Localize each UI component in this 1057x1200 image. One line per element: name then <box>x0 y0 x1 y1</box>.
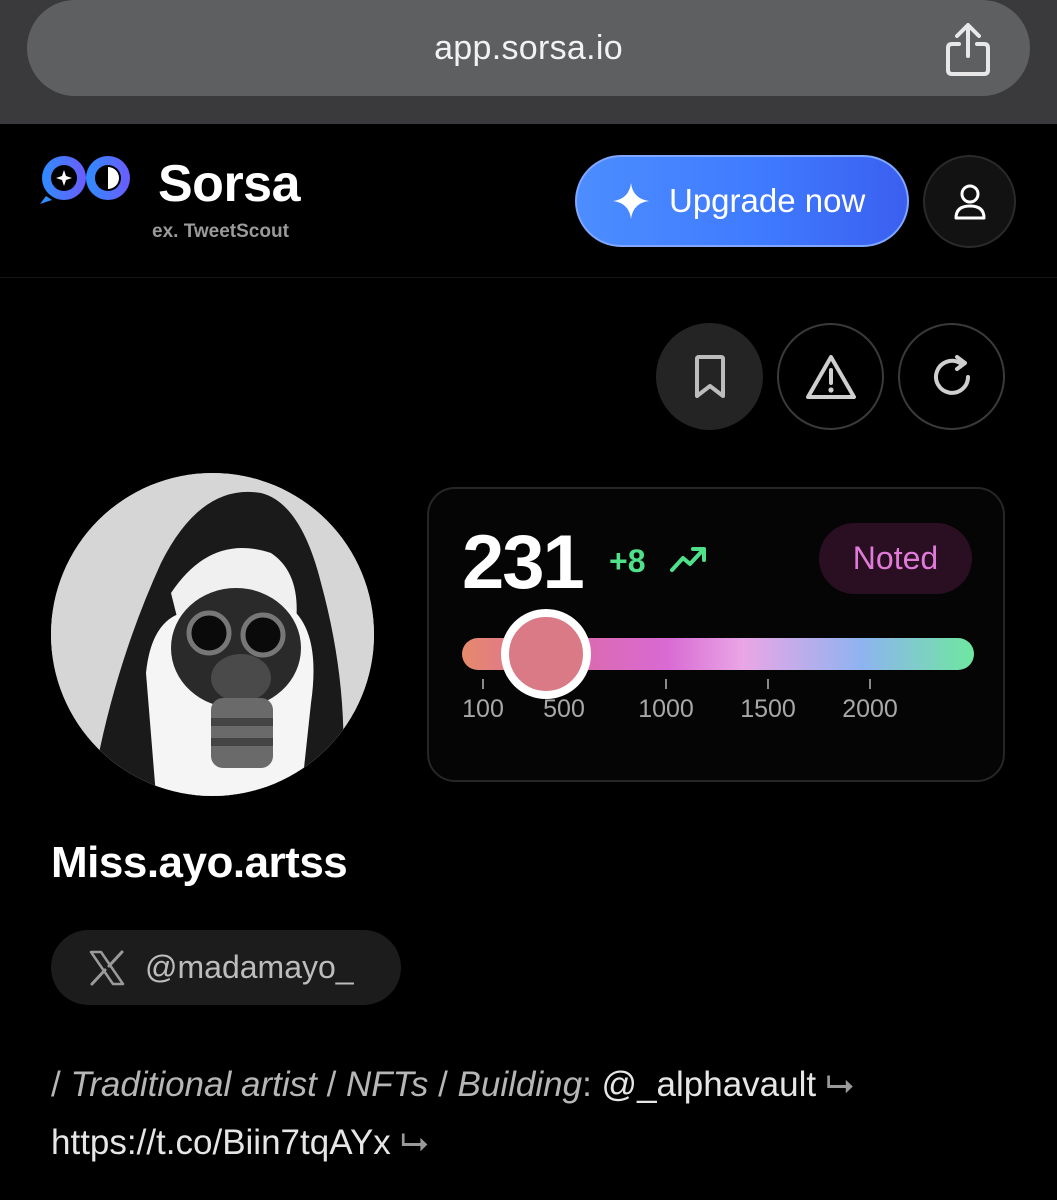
bio-arrow: ⮡ <box>816 1065 854 1104</box>
bio-separator: / <box>316 1065 347 1104</box>
bio-colon: : <box>582 1065 602 1104</box>
browser-toolbar: app.sorsa.io <box>0 0 1057 124</box>
scale-tick <box>665 679 667 689</box>
bio-url-link[interactable]: https://t.co/Biin7tqAYx <box>51 1123 391 1162</box>
upgrade-button[interactable]: Upgrade now <box>575 155 909 247</box>
profile-button[interactable] <box>923 155 1016 248</box>
score-value: 231 <box>462 520 585 605</box>
avatar <box>51 473 374 796</box>
warning-icon <box>805 354 856 399</box>
profile-bio: / Traditional artist / NFTs / Building: … <box>51 1056 1011 1172</box>
share-icon[interactable] <box>944 22 992 78</box>
scale-label: 2000 <box>842 695 898 723</box>
report-button[interactable] <box>777 323 884 430</box>
avatar-image <box>51 473 374 796</box>
refresh-button[interactable] <box>898 323 1005 430</box>
scale-label: 1500 <box>740 695 796 723</box>
scale-tick <box>869 679 871 689</box>
sorsa-logo-icon[interactable] <box>38 152 134 206</box>
status-badge: Noted <box>819 523 972 594</box>
bio-separator: / <box>428 1065 458 1104</box>
bio-mention-link[interactable]: @_alphavault <box>602 1065 817 1104</box>
x-handle-link[interactable]: @madamayo_ <box>51 930 401 1005</box>
x-logo-icon <box>89 950 125 985</box>
bio-role: NFTs <box>346 1065 429 1104</box>
score-card: 231 +8 Noted 100 500 1000 1500 2000 <box>427 487 1005 782</box>
url-text: app.sorsa.io <box>434 28 623 67</box>
address-bar[interactable]: app.sorsa.io <box>27 0 1030 96</box>
sparkle-icon <box>613 183 649 219</box>
bio-separator: / <box>51 1065 71 1104</box>
scale-tick <box>767 679 769 689</box>
app-header: Sorsa ex. TweetScout Upgrade now <box>0 124 1057 278</box>
scale-label: 500 <box>543 695 585 723</box>
bookmark-button[interactable] <box>656 323 763 430</box>
scale-tick <box>482 679 484 689</box>
bookmark-icon <box>694 354 725 398</box>
upgrade-label: Upgrade now <box>669 182 866 219</box>
bio-arrow: ⮡ <box>390 1123 429 1162</box>
refresh-icon <box>933 354 970 395</box>
x-handle: @madamayo_ <box>145 949 354 985</box>
scale-label: 100 <box>462 695 504 723</box>
display-name: Miss.ayo.artss <box>51 838 348 887</box>
score-slider-knob[interactable] <box>501 609 591 699</box>
bio-role: Building <box>457 1065 583 1104</box>
trending-up-icon <box>670 547 706 572</box>
brand-name: Sorsa <box>158 155 301 213</box>
scale-label: 1000 <box>638 695 694 723</box>
brand-subtitle: ex. TweetScout <box>152 221 289 242</box>
bio-role: Traditional artist <box>70 1065 317 1104</box>
score-change: +8 <box>609 543 646 579</box>
user-icon <box>954 184 985 219</box>
